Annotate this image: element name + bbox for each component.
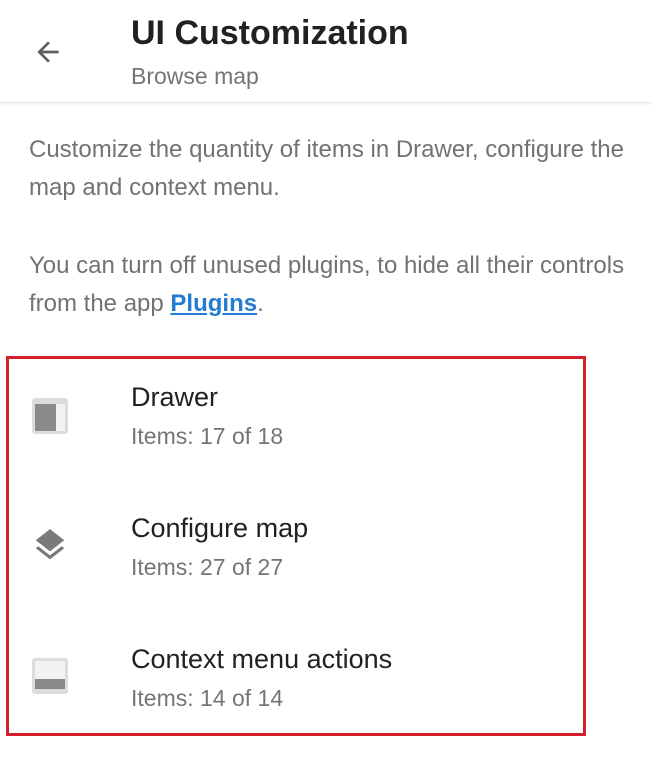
arrow-back-icon — [37, 41, 59, 63]
list-item-drawer[interactable]: Drawer Items: 17 of 18 — [0, 362, 652, 492]
plugins-description-text: You can turn off unused plugins, to hide… — [29, 252, 625, 317]
item-title: Configure map — [131, 513, 309, 543]
item-subtitle: Items: 17 of 18 — [131, 423, 284, 449]
item-subtitle: Items: 14 of 14 — [131, 685, 284, 711]
description-text: Customize the quantity of items in Drawe… — [29, 136, 624, 201]
item-title: Context menu actions — [131, 644, 393, 674]
plugins-description-end: . — [257, 290, 264, 317]
list-item-configure-map[interactable]: Configure map Items: 27 of 27 — [0, 493, 652, 623]
list-item-context-menu-actions[interactable]: Context menu actions Items: 14 of 14 — [0, 624, 652, 754]
item-title: Drawer — [131, 382, 219, 412]
item-subtitle: Items: 27 of 27 — [131, 554, 284, 580]
plugins-description: You can turn off unused plugins, to hide… — [29, 247, 629, 323]
drawer-icon — [30, 396, 70, 436]
ui-customization-screen: UI Customization Browse map Customize th… — [0, 0, 652, 768]
context-menu-icon — [30, 656, 70, 696]
back-button[interactable] — [22, 26, 74, 78]
page-title: UI Customization — [131, 14, 409, 52]
layers-icon — [30, 525, 70, 565]
page-subtitle: Browse map — [131, 63, 259, 89]
plugins-link[interactable]: Plugins — [170, 290, 257, 317]
app-bar: UI Customization Browse map — [0, 0, 652, 103]
